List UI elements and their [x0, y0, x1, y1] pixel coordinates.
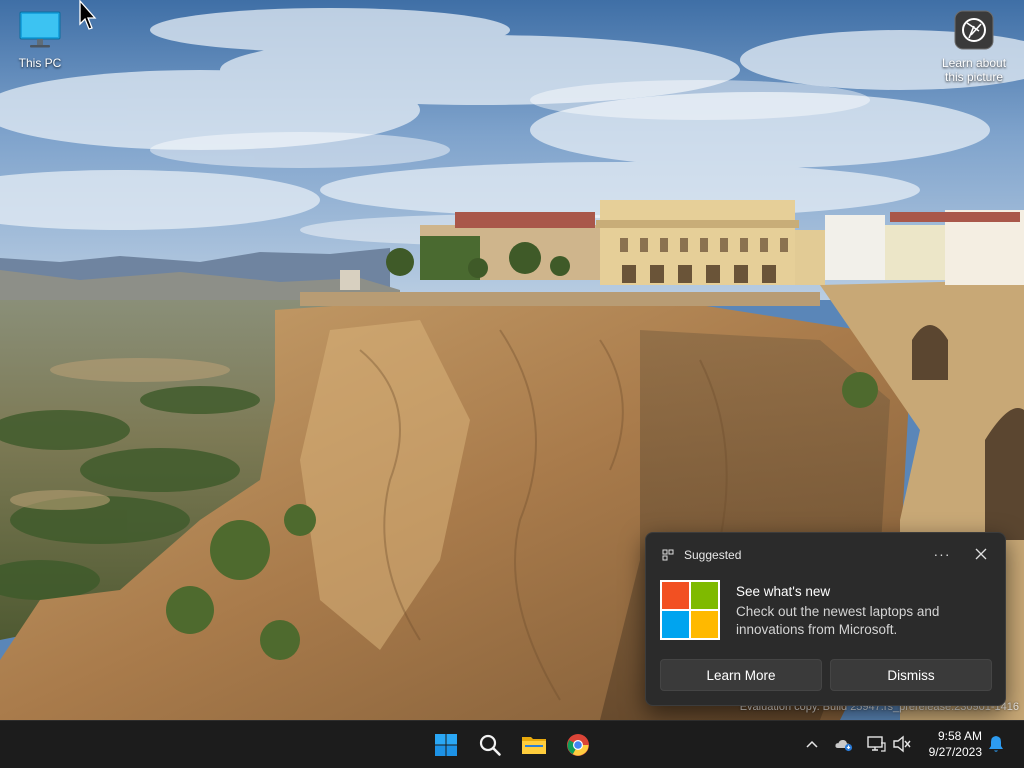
toast-body: Check out the newest laptops and innovat…: [736, 604, 940, 637]
desktop-icon-label: Learn about this picture: [941, 56, 1007, 84]
microsoft-logo-icon: [660, 580, 720, 640]
more-options-icon: ···: [933, 546, 951, 562]
toast-title: See what's new: [736, 584, 831, 599]
network-tray-button[interactable]: [865, 733, 887, 755]
chevron-up-icon: [806, 740, 818, 748]
more-options-button[interactable]: ···: [930, 542, 954, 566]
toast-app-name: Suggested: [684, 548, 742, 562]
clock-time: 9:58 AM: [937, 729, 982, 743]
close-icon: [975, 548, 987, 560]
camera-icon: [936, 10, 1012, 53]
chrome-button[interactable]: [558, 725, 598, 765]
notification-center-button[interactable]: [985, 733, 1007, 755]
notification-toast[interactable]: Suggested ··· See what's new Check out t…: [645, 532, 1006, 706]
file-explorer-button[interactable]: [514, 725, 554, 765]
search-button[interactable]: [470, 725, 510, 765]
volume-muted-icon: [893, 735, 911, 753]
logo-tile-yellow: [691, 611, 718, 638]
search-icon: [479, 734, 501, 756]
notification-bell-icon: [989, 736, 1003, 752]
network-icon: [867, 736, 886, 752]
start-button[interactable]: [426, 725, 466, 765]
desktop-icon-learn-about-picture[interactable]: Learn about this picture: [936, 10, 1012, 84]
monitor-icon: [2, 10, 78, 53]
desktop-icon-this-pc[interactable]: This PC: [2, 10, 78, 70]
logo-tile-red: [662, 582, 689, 609]
taskbar-clock[interactable]: 9:58 AM 9/27/2023: [918, 728, 982, 760]
logo-tile-green: [691, 582, 718, 609]
clock-date: 9/27/2023: [928, 745, 982, 759]
mouse-cursor-icon: [79, 0, 97, 37]
close-button[interactable]: [969, 542, 993, 566]
toast-header: Suggested: [662, 547, 741, 563]
desktop-icon-label: This PC: [18, 56, 62, 70]
show-hidden-icons-button[interactable]: [801, 733, 823, 755]
chrome-icon: [567, 734, 589, 756]
logo-tile-blue: [662, 611, 689, 638]
onedrive-tray-button[interactable]: [833, 733, 855, 755]
taskbar: 9:58 AM 9/27/2023: [0, 720, 1024, 768]
learn-more-button[interactable]: Learn More: [660, 659, 822, 691]
onedrive-icon: [835, 739, 853, 752]
suggested-app-icon: [662, 549, 674, 561]
folder-icon: [522, 737, 546, 754]
dismiss-button[interactable]: Dismiss: [830, 659, 992, 691]
volume-tray-button[interactable]: [891, 733, 913, 755]
windows-start-icon: [435, 734, 457, 756]
